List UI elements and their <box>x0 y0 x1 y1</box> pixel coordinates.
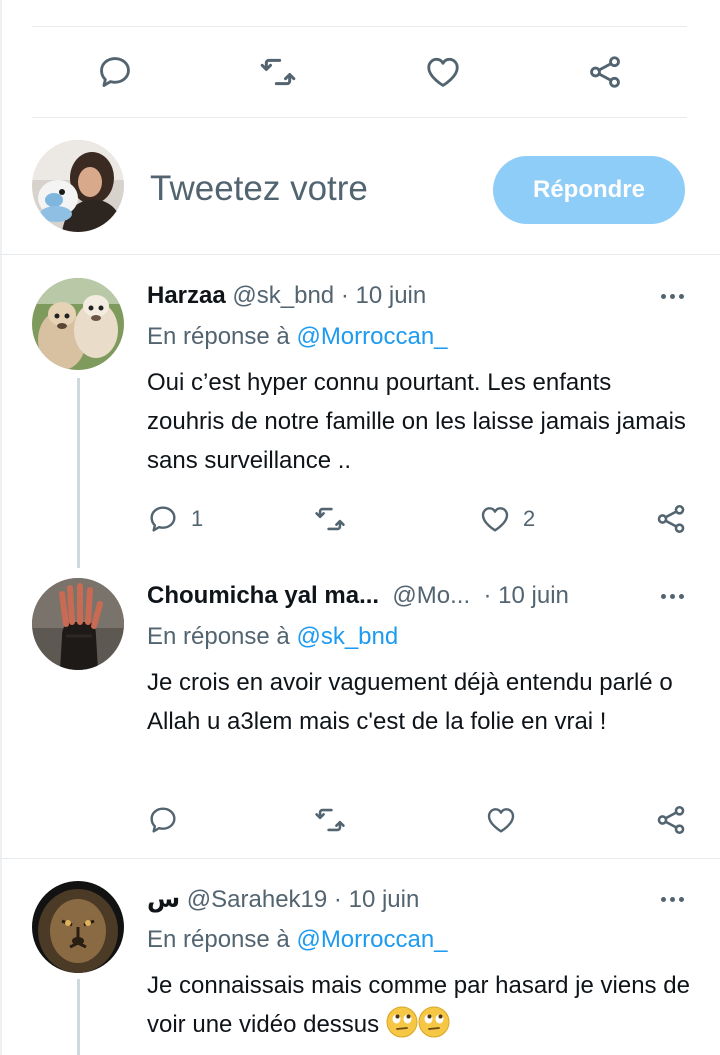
retweet-icon <box>315 507 345 531</box>
face-with-rolling-eyes-icon <box>418 1006 450 1038</box>
user-avatar[interactable] <box>32 140 124 232</box>
reply-button[interactable] <box>147 796 179 844</box>
author-avatar[interactable] <box>32 578 124 670</box>
tweet-text: Oui c’est hyper connu pourtant. Les enfa… <box>147 369 686 474</box>
reply-prefix: En réponse à <box>147 323 290 350</box>
tweet-action-bar <box>0 40 720 104</box>
thread-line <box>77 979 80 1055</box>
reply-tweet[interactable]: س @Sarahek19 · 10 juin En réponse à @Mor… <box>0 859 720 1055</box>
author-avatar[interactable] <box>32 278 124 370</box>
reply-mention[interactable]: @Morroccan_ <box>296 926 447 953</box>
share-icon <box>657 504 685 534</box>
tweet-text-container: Je connaissais mais comme par hasard je … <box>147 966 692 1044</box>
share-icon <box>657 805 685 835</box>
tweet-date[interactable]: 10 juin <box>498 582 569 610</box>
like-icon <box>481 507 509 532</box>
reply-icon <box>150 807 176 833</box>
retweet-button[interactable] <box>258 52 298 92</box>
retweet-icon <box>315 808 345 832</box>
share-icon <box>590 56 620 88</box>
reply-mention[interactable]: @sk_bnd <box>296 623 398 650</box>
tweet-text: Je crois en avoir vaguement déjà entendu… <box>147 669 673 735</box>
tweet-header: س @Sarahek19 · 10 juin <box>147 885 419 917</box>
reply-mention[interactable]: @Morroccan_ <box>296 323 447 350</box>
reply-icon <box>100 57 130 87</box>
separator: · <box>483 582 492 609</box>
tweet-actions <box>0 796 720 844</box>
reply-tweet[interactable]: Harzaa @sk_bnd · 10 juin En réponse à @M… <box>0 256 720 568</box>
more-options-button[interactable] <box>654 582 690 610</box>
like-button[interactable] <box>485 796 517 844</box>
author-avatar[interactable] <box>32 881 124 973</box>
reply-prefix: En réponse à <box>147 926 290 953</box>
author-handle[interactable]: @Sarahek19 <box>187 886 327 914</box>
share-button[interactable] <box>654 495 688 543</box>
tweet-header: Harzaa @sk_bnd · 10 juin <box>147 282 426 314</box>
reply-context: En réponse à @sk_bnd <box>147 623 398 651</box>
separator: · <box>333 886 342 913</box>
author-name[interactable]: Harzaa <box>147 282 226 310</box>
author-handle[interactable]: @Mo... <box>392 582 470 610</box>
tweet-header: Choumicha yal ma... @Mo... · 10 juin <box>147 582 569 614</box>
reply-context: En réponse à @Morroccan_ <box>147 323 448 351</box>
retweet-icon <box>260 58 296 86</box>
like-count: 2 <box>523 506 536 531</box>
reply-count: 1 <box>191 506 204 531</box>
author-handle[interactable]: @sk_bnd <box>232 282 334 310</box>
more-options-button[interactable] <box>654 885 690 913</box>
author-name[interactable]: س <box>147 885 180 914</box>
share-button[interactable] <box>585 52 625 92</box>
divider <box>32 26 687 27</box>
reply-button[interactable]: 1 <box>147 495 203 543</box>
share-button[interactable] <box>654 796 688 844</box>
reply-icon <box>150 506 176 532</box>
like-icon <box>427 57 459 87</box>
like-icon <box>487 808 515 833</box>
reply-tweet[interactable]: Choumicha yal ma... @Mo... · 10 juin En … <box>0 556 720 856</box>
tweet-date[interactable]: 10 juin <box>349 886 420 914</box>
tweet-actions: 1 2 <box>0 495 720 543</box>
like-button[interactable]: 2 <box>479 495 535 543</box>
reply-prefix: En réponse à <box>147 623 290 650</box>
retweet-button[interactable] <box>313 495 347 543</box>
reply-submit-button[interactable]: Répondre <box>493 156 685 224</box>
reply-context: En réponse à @Morroccan_ <box>147 926 448 954</box>
like-button[interactable] <box>423 52 463 92</box>
retweet-button[interactable] <box>313 796 347 844</box>
tweet-date[interactable]: 10 juin <box>356 282 427 310</box>
reply-input[interactable] <box>150 167 470 211</box>
author-name[interactable]: Choumicha yal ma... <box>147 582 379 610</box>
divider <box>0 254 720 255</box>
compose-reply: Répondre <box>0 120 720 254</box>
divider <box>32 117 687 118</box>
separator: · <box>340 282 349 309</box>
face-with-rolling-eyes-icon <box>386 1006 418 1038</box>
more-options-button[interactable] <box>654 282 690 310</box>
reply-button[interactable] <box>95 52 135 92</box>
